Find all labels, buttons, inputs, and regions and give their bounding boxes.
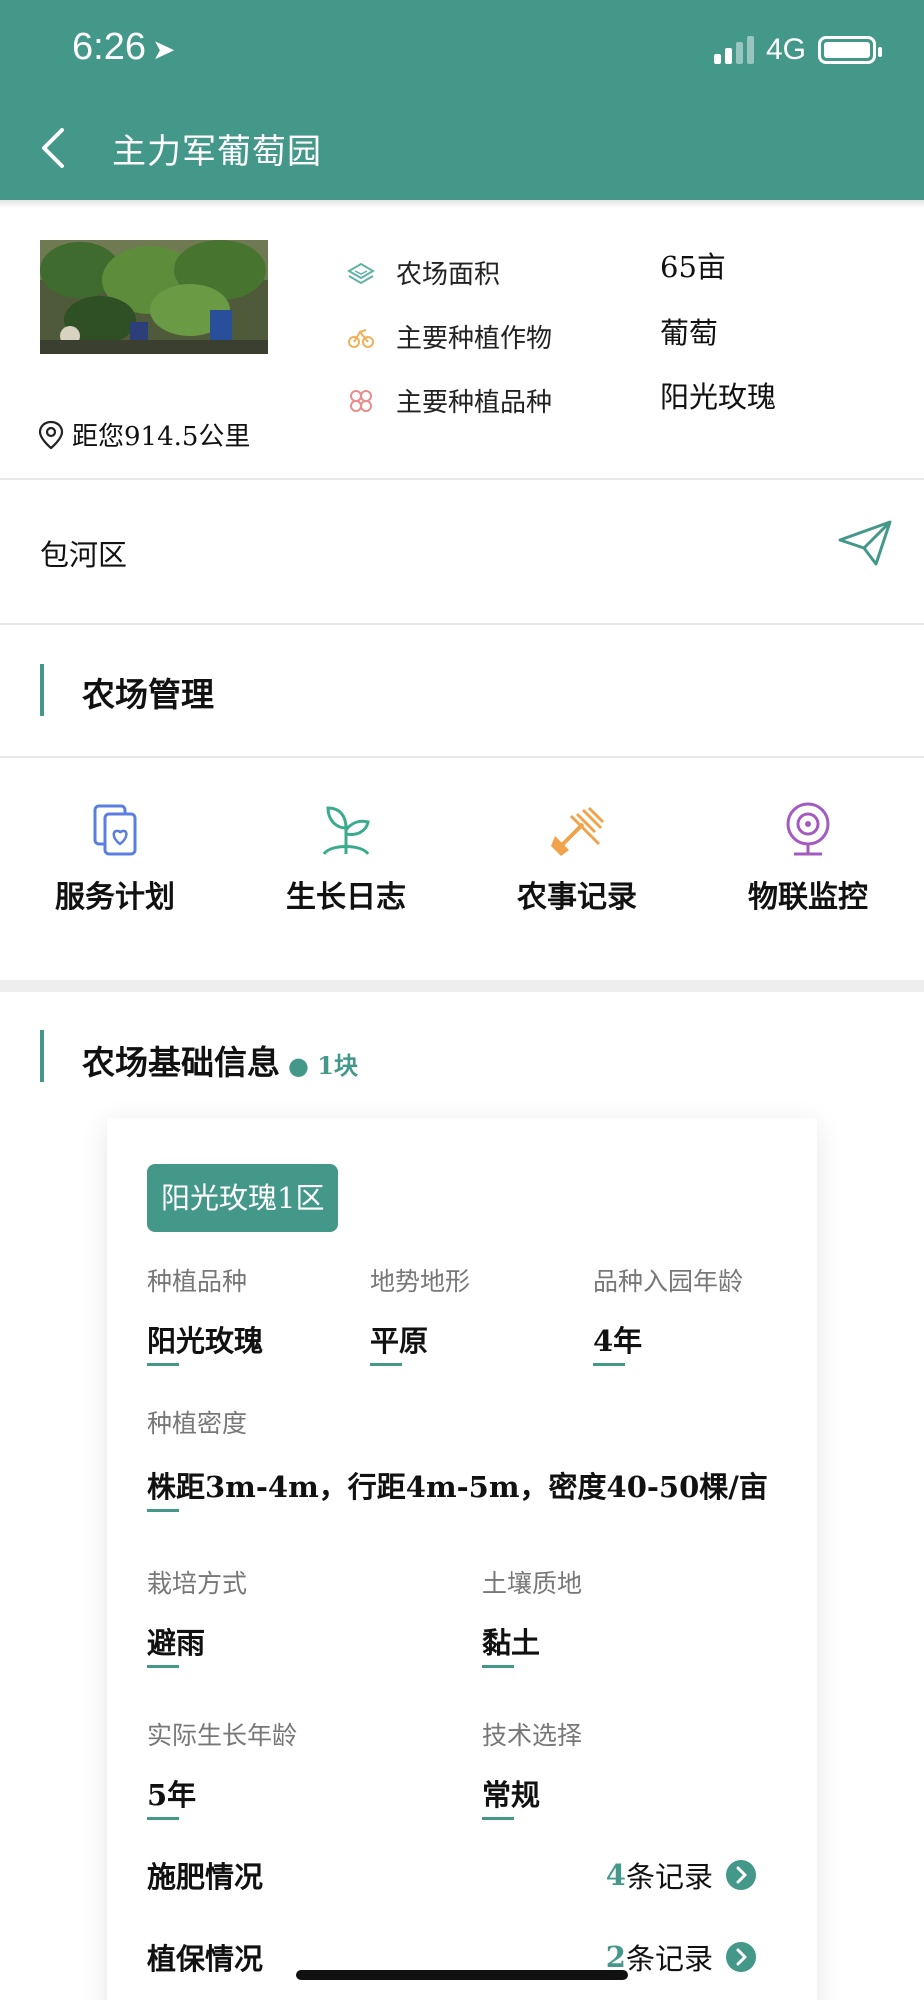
location-arrow-icon: ➤ [151, 34, 176, 65]
divider [0, 623, 924, 625]
section-gap [0, 980, 924, 992]
info-row-crop: 主要种植作物 [346, 318, 552, 355]
tool-growth-log[interactable]: 生长日志 [246, 800, 446, 916]
field-label-density: 种植密度 [147, 1409, 248, 1438]
info-label-variety: 主要种植品种 [396, 388, 553, 418]
distance-info: 距您914.5公里 [38, 416, 250, 453]
district-name: 包河区 [40, 538, 128, 572]
zone-name-tag[interactable]: 阳光玫瑰1区 [147, 1164, 339, 1232]
tool-iot-monitor[interactable]: 物联监控 [708, 800, 908, 916]
cellular-signal-icon [714, 36, 754, 64]
section-title-management: 农场管理 [82, 675, 214, 714]
navigate-send-icon[interactable] [838, 520, 892, 568]
field-label-variety: 种植品种 [147, 1267, 248, 1296]
info-label-area: 农场面积 [396, 260, 501, 290]
back-chevron-icon[interactable] [34, 126, 74, 170]
page-title: 主力军葡萄园 [112, 132, 322, 172]
management-tools: 服务计划 生长日志 农事记录 物联监控 [0, 800, 924, 970]
battery-icon [818, 36, 882, 64]
app-header: 6:26 ➤ 4G 主力军葡萄园 [0, 0, 924, 200]
field-value-soil: 黏土 [482, 1620, 540, 1668]
field-label-cultivation: 栽培方式 [147, 1569, 248, 1598]
record-row-fertilizer[interactable]: 施肥情况 4 条记录 [147, 1854, 757, 1896]
field-value-age-in-park: 4年 [593, 1318, 642, 1366]
info-row-area: 农场面积 [346, 254, 500, 291]
chevron-right-icon [726, 1860, 756, 1890]
field-label-soil: 土壤质地 [482, 1569, 583, 1598]
record-count-number: 2 [605, 1940, 626, 1974]
header-shadow [0, 200, 924, 208]
field-value-cultivation: 避雨 [147, 1620, 205, 1668]
tool-label-service-plan: 服务计划 [55, 880, 175, 915]
info-value-area: 65亩 [660, 250, 726, 284]
distance-text: 距您914.5公里 [72, 422, 251, 452]
tool-label-farm-records: 农事记录 [517, 880, 637, 915]
record-count-unit: 条记录 [625, 1860, 713, 1894]
field-label-terrain: 地势地形 [370, 1267, 471, 1296]
field-label-actual-age: 实际生长年龄 [147, 1721, 298, 1750]
record-label-plant-protection: 植保情况 [147, 1942, 264, 1976]
field-value-variety: 阳光玫瑰 [147, 1318, 263, 1366]
area-icon [347, 262, 375, 284]
tool-farm-records[interactable]: 农事记录 [477, 800, 677, 916]
info-row-variety: 主要种植品种 [346, 382, 552, 419]
divider [0, 756, 924, 758]
tool-label-growth-log: 生长日志 [286, 880, 406, 915]
camera-icon [786, 802, 830, 856]
field-label-technique: 技术选择 [482, 1721, 583, 1750]
info-value-crop: 葡萄 [660, 316, 719, 350]
field-value-technique: 常规 [482, 1772, 540, 1820]
record-count-number: 4 [605, 1858, 626, 1892]
farm-summary: 距您914.5公里 农场面积 65亩 主要种植作物 葡萄 主要种植品种 阳光玫瑰 [0, 208, 924, 478]
block-count: 1块 [317, 1051, 358, 1080]
home-indicator [296, 1970, 628, 1980]
zone-card: 阳光玫瑰1区 种植品种 阳光玫瑰 地势地形 平原 品种入园年龄 4年 种植密度 … [107, 1118, 817, 2000]
variety-icon [350, 389, 372, 412]
record-label-fertilizer: 施肥情况 [147, 1860, 264, 1894]
seedling-icon [322, 806, 370, 856]
record-count-fertilizer: 4 条记录 [606, 1854, 757, 1896]
farm-tools-icon [551, 806, 605, 856]
location-pin-icon [38, 420, 64, 449]
service-plan-icon [93, 804, 137, 856]
tool-service-plan[interactable]: 服务计划 [15, 800, 215, 916]
field-value-terrain: 平原 [370, 1318, 428, 1366]
status-time-text: 6:26 [72, 26, 146, 68]
field-label-age-in-park: 品种入园年龄 [593, 1267, 744, 1296]
basic-info-title: 农场基础信息 [82, 1043, 280, 1082]
chevron-right-icon [726, 1942, 756, 1972]
section-accent-bar [40, 664, 44, 716]
crop-icon [348, 328, 374, 348]
section-accent-bar [40, 1030, 44, 1082]
network-type: 4G [766, 33, 807, 66]
info-label-crop: 主要种植作物 [396, 324, 553, 354]
block-count-badge: ● 1块 [288, 1051, 358, 1080]
status-time: 6:26 ➤ [72, 26, 175, 69]
record-count-plant-protection: 2 条记录 [606, 1936, 757, 1978]
tool-label-iot-monitor: 物联监控 [748, 880, 868, 915]
record-count-unit: 条记录 [625, 1942, 713, 1976]
farm-photo[interactable] [40, 240, 268, 354]
section-title-basic-info: 农场基础信息 ● 1块 [82, 1036, 358, 1084]
info-value-variety: 阳光玫瑰 [660, 380, 777, 414]
field-value-actual-age: 5年 [147, 1772, 196, 1820]
divider [0, 478, 924, 480]
field-value-density: 株距3m-4m，行距4m-5m，密度40-50棵/亩 [147, 1464, 768, 1512]
